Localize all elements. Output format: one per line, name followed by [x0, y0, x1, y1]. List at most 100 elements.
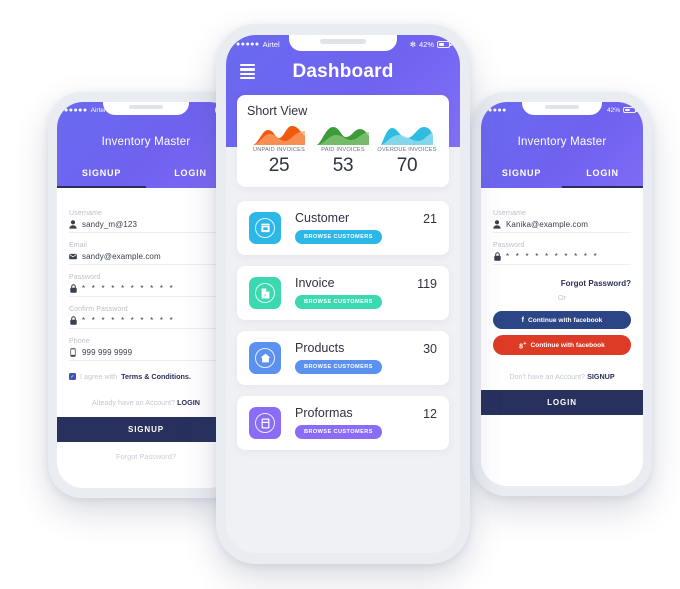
- phone-icon: [69, 347, 77, 357]
- stat-value: 53: [332, 155, 354, 176]
- left-notch: [103, 102, 189, 115]
- browse-customers-button[interactable]: BROWSE CUSTOMERS: [295, 230, 382, 245]
- phone-left-signup: ●●●●● Airtel Inventory Master SIGNUP LOG…: [48, 92, 244, 498]
- short-view-card: Short View UNPAID INVOICES 25 PAID INVOI…: [237, 95, 449, 187]
- lock-icon: [69, 283, 77, 293]
- browse-customers-button[interactable]: BROWSE CUSTOMERS: [295, 295, 382, 310]
- signal-dots-icon: ●●●●: [488, 106, 507, 114]
- sparkline-overdue-icon: [375, 123, 439, 145]
- item-name: Invoice: [295, 275, 335, 290]
- field-password[interactable]: Password * * * * * * * * * *: [493, 237, 631, 265]
- field-label: Confirm Password: [69, 306, 128, 313]
- continue-with-facebook-button[interactable]: f Continue with facebook: [493, 311, 631, 329]
- signup-button[interactable]: SIGNUP: [57, 417, 235, 442]
- stat-value: 25: [268, 155, 290, 176]
- switch-to-login-line: Alteady have an Account? LOGIN: [69, 385, 223, 417]
- login-link[interactable]: LOGIN: [177, 398, 200, 407]
- list-item-products[interactable]: Products BROWSE CUSTOMERS 30: [237, 331, 449, 385]
- field-confirm-password[interactable]: Confirm Password * * * * * * * * * *: [69, 301, 223, 329]
- tab-login[interactable]: LOGIN: [562, 162, 643, 188]
- item-count: 119: [417, 277, 437, 291]
- user-icon: [69, 219, 77, 229]
- field-label: Email: [69, 242, 88, 249]
- continue-with-google-button[interactable]: 8+ Continue with facebook: [493, 335, 631, 356]
- field-label: Username: [493, 210, 527, 217]
- checkbox-checked-icon[interactable]: ✓: [69, 373, 76, 380]
- field-email[interactable]: Email sandy@example.com: [69, 237, 223, 265]
- right-page-title: Inventory Master: [517, 136, 607, 148]
- phone-right-login: ●●●● 42% Inventory Master SIGNUP LOGIN U…: [472, 92, 652, 496]
- or-separator-label: Or: [557, 293, 567, 302]
- tab-signup[interactable]: SIGNUP: [57, 162, 146, 188]
- tab-signup[interactable]: SIGNUP: [481, 162, 562, 188]
- user-icon: [493, 219, 501, 229]
- stat-label: PAID INVOICES: [321, 147, 365, 153]
- list-item-customer[interactable]: Customer BROWSE CUSTOMERS 21: [237, 201, 449, 255]
- icon-ring: [255, 218, 275, 238]
- stat-overdue-invoices: OVERDUE INVOICES 70: [375, 123, 439, 177]
- field-value: Kanika@example.com: [506, 219, 588, 229]
- envelope-icon: [69, 251, 77, 261]
- battery-icon: [623, 106, 638, 114]
- field-phone[interactable]: Phone 999 999 9999: [69, 333, 223, 361]
- earpiece-speaker: [129, 105, 163, 109]
- home-icon: [249, 342, 281, 374]
- stat-unpaid-invoices: UNPAID INVOICES 25: [247, 123, 311, 177]
- terms-checkbox-row[interactable]: ✓ I agree with Terms & Conditions.: [69, 365, 223, 385]
- terms-link[interactable]: Terms & Conditions.: [121, 372, 191, 381]
- icon-ring: [255, 413, 275, 433]
- stat-label: OVERDUE INVOICES: [377, 147, 437, 153]
- facebook-icon: f: [521, 316, 524, 324]
- field-password[interactable]: Password * * * * * * * * * *: [69, 269, 223, 297]
- item-text-block: Products BROWSE CUSTOMERS: [281, 340, 423, 375]
- icon-ring: A: [255, 283, 275, 303]
- field-username[interactable]: Username sandy_m@123: [69, 205, 223, 233]
- terms-prefix: I agree with: [80, 372, 118, 381]
- google-plus-icon: 8+: [519, 340, 527, 350]
- item-name: Products: [295, 340, 345, 355]
- forgot-password-link[interactable]: Forgot Password?: [69, 442, 223, 471]
- lock-icon: [69, 315, 77, 325]
- left-page-title: Inventory Master: [101, 136, 191, 148]
- screenshot-stage: ●●●●● Airtel Inventory Master SIGNUP LOG…: [0, 0, 680, 589]
- calculator-icon: [249, 407, 281, 439]
- forgot-password-link[interactable]: Forgot Password?: [493, 269, 631, 291]
- browse-customers-button[interactable]: BROWSE CUSTOMERS: [295, 360, 382, 375]
- short-view-stats: UNPAID INVOICES 25 PAID INVOICES 53 OVER…: [247, 123, 439, 177]
- battery-percent-label: 42%: [418, 40, 434, 49]
- list-item-proformas[interactable]: Proformas BROWSE CUSTOMERS 12: [237, 396, 449, 450]
- dashboard-screen: ●●●●● Airtel ✻ 42% Dashboard Short View …: [226, 35, 460, 553]
- switch-to-signup-line: Don't have an Account? SIGNUP: [493, 361, 631, 390]
- social-label: Continue with facebook: [527, 316, 603, 324]
- short-view-title: Short View: [247, 104, 308, 118]
- login-button[interactable]: LOGIN: [481, 390, 643, 416]
- sparkline-paid-icon: [311, 123, 375, 145]
- field-username[interactable]: Username Kanika@example.com: [493, 205, 631, 233]
- dashboard-content: Short View UNPAID INVOICES 25 PAID INVOI…: [226, 35, 460, 450]
- right-auth-tabs: SIGNUP LOGIN: [481, 162, 643, 188]
- signup-link[interactable]: SIGNUP: [587, 372, 615, 381]
- field-label: Phone: [69, 338, 90, 345]
- icon-ring: [255, 348, 275, 368]
- center-notch: [289, 35, 397, 51]
- switch-prompt: Alteady have an Account?: [92, 398, 178, 407]
- item-text-block: Invoice BROWSE CUSTOMERS: [281, 275, 417, 310]
- list-item-invoice[interactable]: A Invoice BROWSE CUSTOMERS 119: [237, 266, 449, 320]
- stat-label: UNPAID INVOICES: [252, 147, 305, 153]
- left-screen: ●●●●● Airtel Inventory Master SIGNUP LOG…: [57, 102, 235, 488]
- field-value: * * * * * * * * * *: [82, 315, 175, 325]
- browse-customers-button[interactable]: BROWSE CUSTOMERS: [295, 425, 382, 440]
- item-text-block: Customer BROWSE CUSTOMERS: [281, 211, 423, 245]
- carrier-label: Airtel: [262, 40, 280, 49]
- stat-paid-invoices: PAID INVOICES 53: [311, 123, 375, 177]
- item-count: 12: [423, 407, 437, 421]
- bluetooth-icon: ✻: [409, 40, 416, 49]
- file-pdf-icon: A: [249, 277, 281, 309]
- right-notch: [522, 102, 602, 115]
- lock-icon: [493, 251, 501, 261]
- battery-icon: [437, 41, 452, 48]
- field-label: Password: [69, 274, 101, 281]
- field-label: Password: [493, 242, 525, 249]
- field-value: sandy@example.com: [82, 251, 161, 261]
- left-auth-tabs: SIGNUP LOGIN: [57, 162, 235, 188]
